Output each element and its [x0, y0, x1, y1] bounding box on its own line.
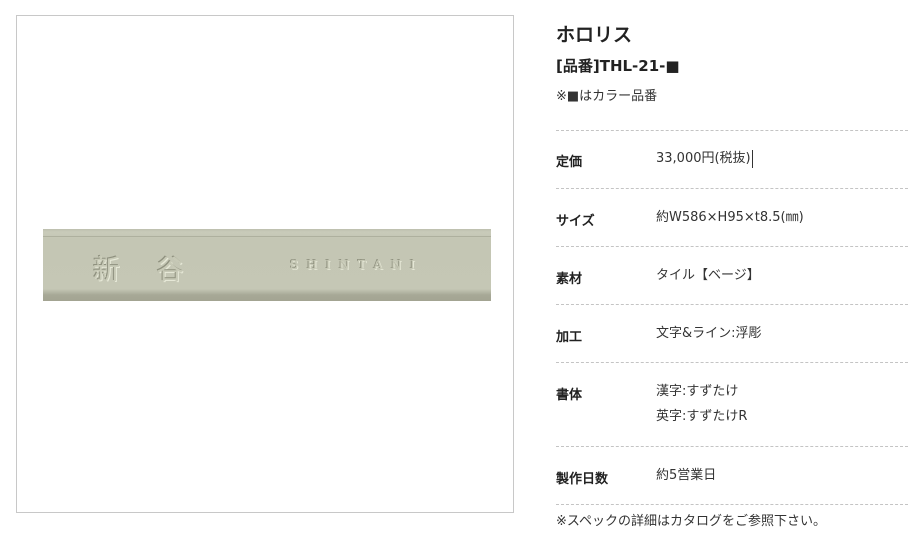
- spec-divider: [556, 504, 908, 505]
- product-image-frame: 新 谷 SHINTANI: [16, 15, 514, 513]
- plate-engraved-line: [43, 236, 491, 237]
- spec-value-processing: 文字&ライン:浮彫: [656, 321, 762, 346]
- spec-label-typeface: 書体: [556, 388, 583, 403]
- spec-divider: [556, 246, 908, 247]
- text-caret: [751, 149, 753, 168]
- product-title: ホロリス: [556, 24, 633, 46]
- nameplate-image: 新 谷 SHINTANI: [43, 229, 491, 301]
- spec-value-material-text: タイル【ベージ】: [656, 268, 760, 283]
- spec-label-price: 定価: [556, 155, 583, 170]
- spec-footnote: ※スペックの詳細はカタログをご参照下さい。: [556, 514, 826, 529]
- spec-divider: [556, 362, 908, 363]
- spec-value-typeface-roman: 英字:すずたけR: [656, 409, 748, 424]
- spec-value-lead-time: 約5営業日: [656, 463, 716, 488]
- spec-value-typeface: 漢字:すずたけ 英字:すずたけR: [656, 379, 747, 429]
- spec-value-processing-text: 文字&ライン:浮彫: [656, 326, 762, 341]
- spec-value-price-text: 33,000円(税抜): [656, 151, 751, 166]
- spec-divider: [556, 188, 908, 189]
- spec-value-typeface-kanji: 漢字:すずたけ: [656, 384, 739, 399]
- spec-value-material: タイル【ベージ】: [656, 263, 760, 288]
- product-code: [品番]THL-21-■: [556, 57, 680, 75]
- spec-divider: [556, 446, 908, 447]
- spec-value-size-text: 約W586×H95×t8.5(㎜): [656, 210, 804, 225]
- spec-label-size: サイズ: [556, 214, 595, 229]
- spec-value-size: 約W586×H95×t8.5(㎜): [656, 205, 804, 230]
- spec-divider: [556, 130, 908, 131]
- spec-label-lead-time: 製作日数: [556, 472, 609, 487]
- spec-value-price: 33,000円(税抜): [656, 146, 753, 171]
- spec-divider: [556, 304, 908, 305]
- spec-value-lead-time-text: 約5営業日: [656, 468, 717, 483]
- spec-label-material: 素材: [556, 272, 583, 287]
- color-code-note: ※■はカラー品番: [556, 89, 658, 104]
- plate-kanji-text: 新 谷: [93, 255, 198, 286]
- spec-label-processing: 加工: [556, 330, 583, 345]
- plate-roman-text: SHINTANI: [290, 258, 424, 272]
